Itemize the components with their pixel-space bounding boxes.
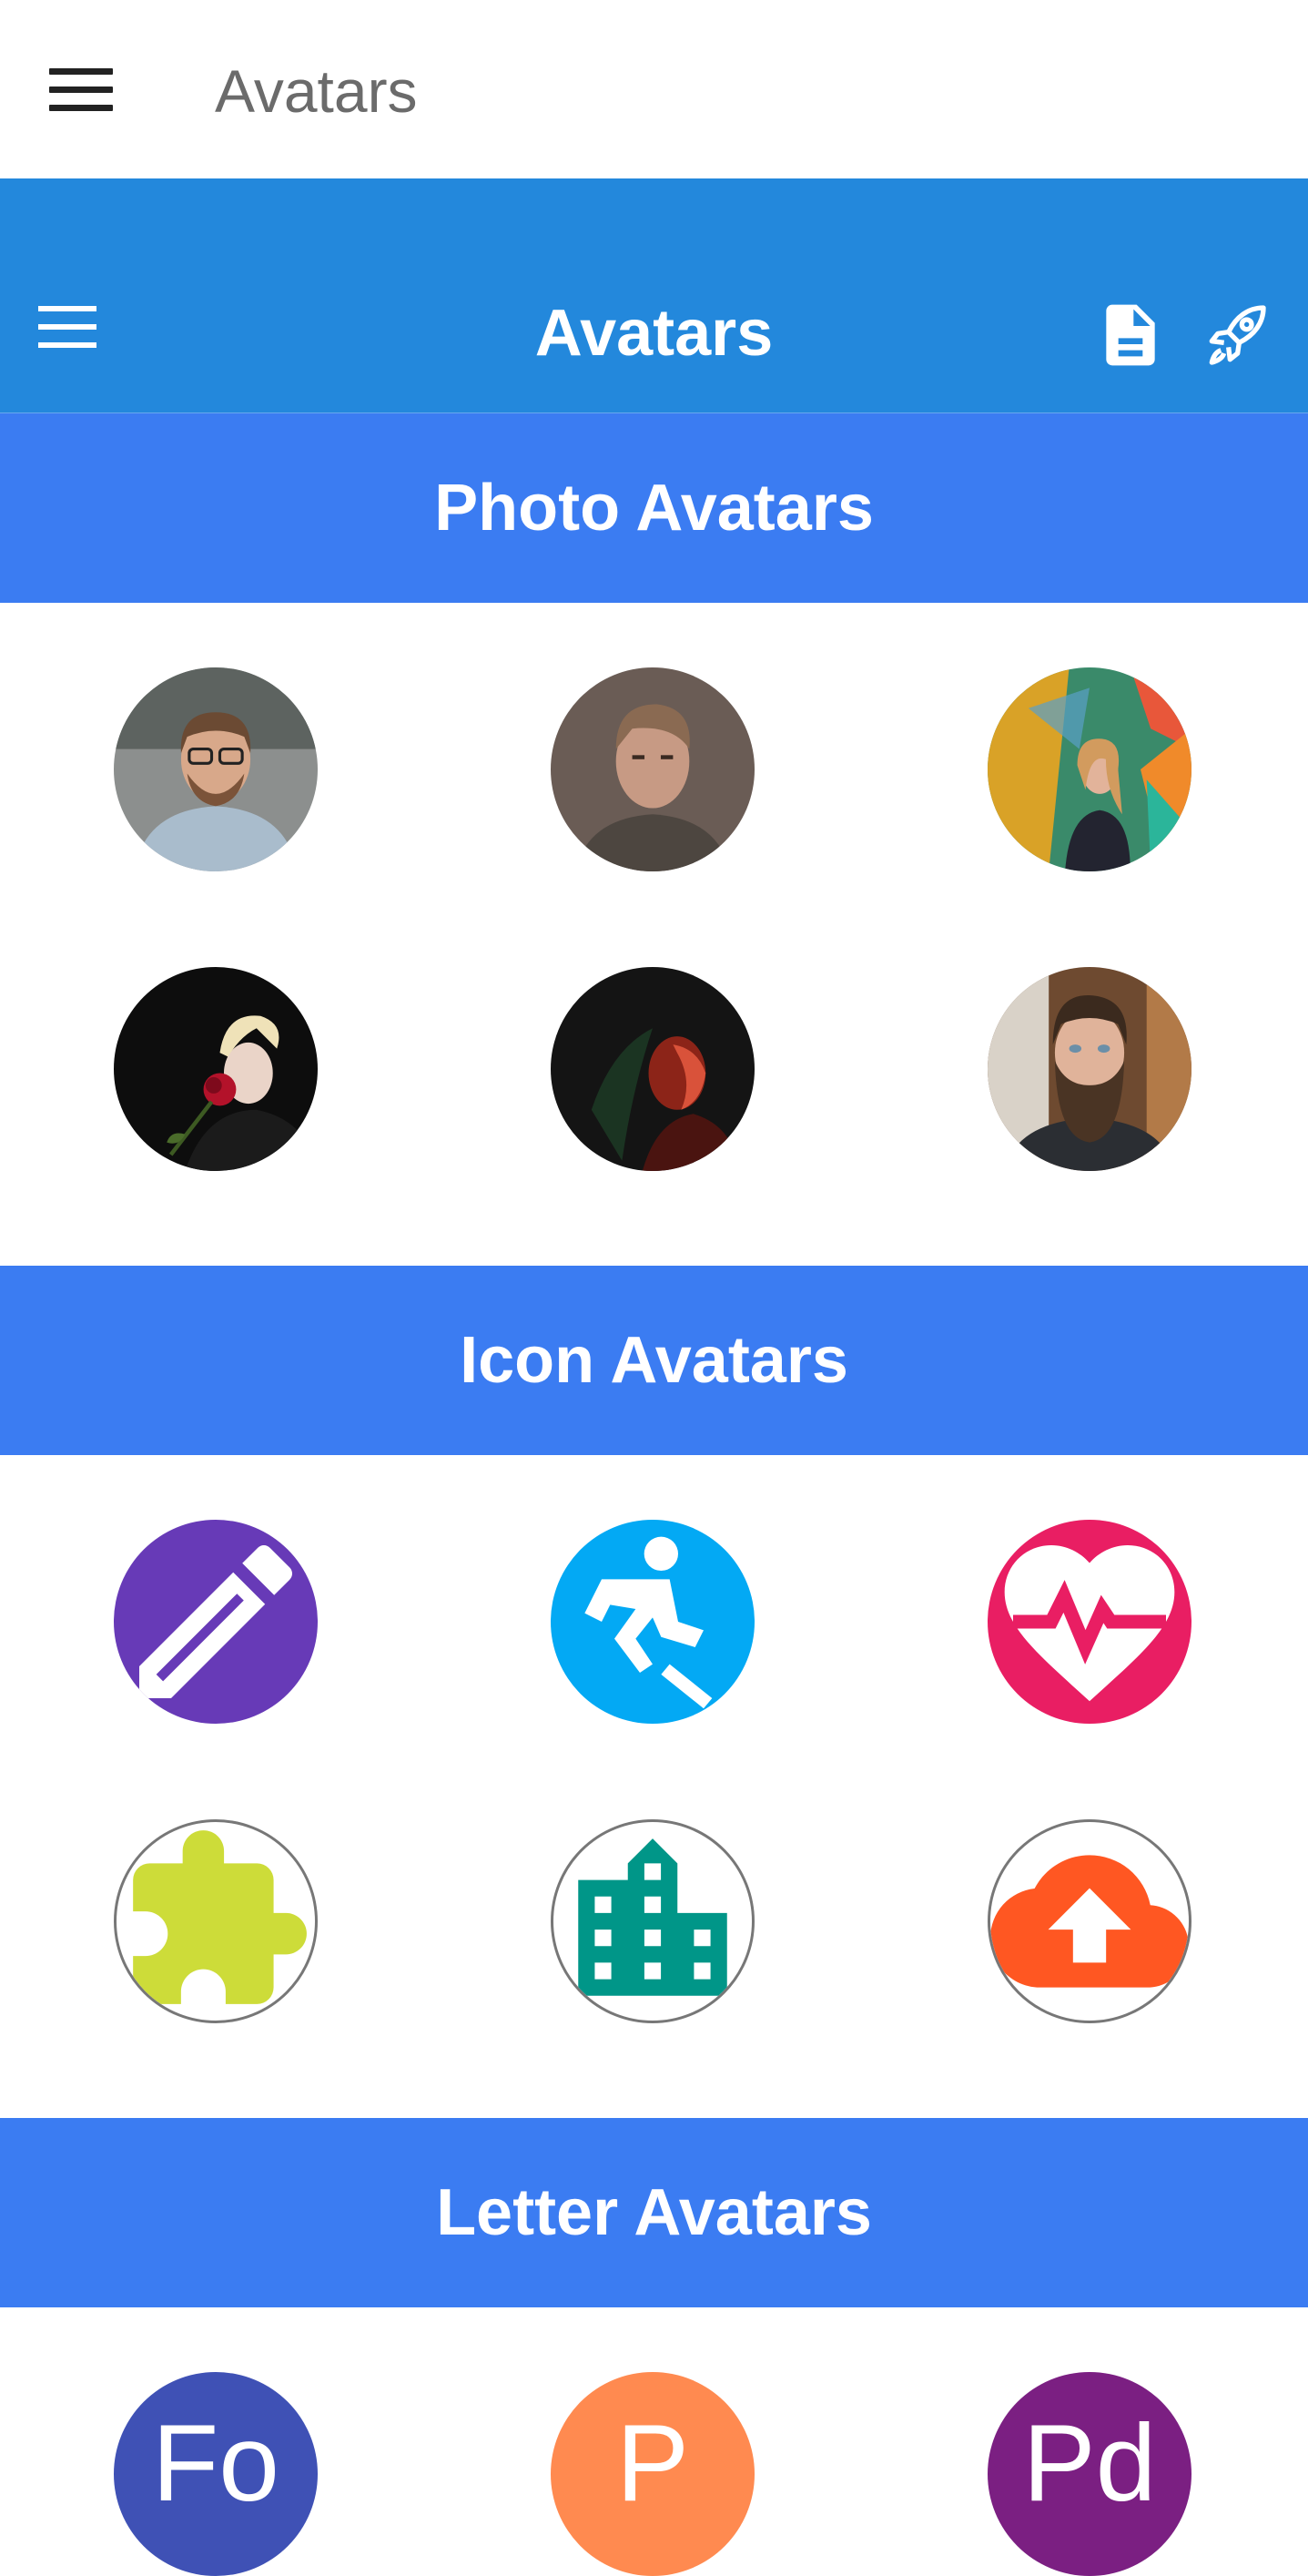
app-bar: Avatars: [0, 178, 1308, 413]
photo-avatar-woman-red-light[interactable]: [551, 967, 755, 1171]
letter-avatar-3[interactable]: Pd: [988, 2372, 1191, 2576]
letter-avatar-text: Pd: [1022, 2402, 1157, 2524]
photo-avatar-woman-rose[interactable]: [114, 967, 318, 1171]
building-icon: [578, 1838, 727, 1996]
icon-avatar-pencil[interactable]: [114, 1520, 318, 1724]
section-photo-avatars: Photo Avatars: [0, 413, 1308, 603]
section-icon-avatars: Icon Avatars: [0, 1266, 1308, 1455]
document-icon[interactable]: [1094, 299, 1167, 372]
cloud-upload-icon: [990, 1855, 1189, 1988]
icon-avatar-building[interactable]: [551, 1819, 755, 2023]
rocket-icon[interactable]: [1200, 299, 1273, 372]
photo-avatar-bearded-man[interactable]: [988, 967, 1191, 1171]
icon-avatar-puzzle[interactable]: [114, 1819, 318, 2023]
icon-avatar-cloud-upload[interactable]: [988, 1819, 1191, 2023]
pencil-icon: [139, 1544, 293, 1698]
letter-avatar-2[interactable]: P: [551, 2372, 755, 2576]
puzzle-icon: [133, 1830, 307, 2004]
letter-avatar-text: Fo: [151, 2402, 280, 2524]
letter-avatar-1[interactable]: Fo: [114, 2372, 318, 2576]
letter-avatar-text: P: [615, 2402, 690, 2524]
top-bar: Avatars: [0, 0, 1308, 178]
heart-pulse-icon: [1004, 1545, 1175, 1702]
icon-avatar-skater[interactable]: [551, 1520, 755, 1724]
section-letter-avatars: Letter Avatars: [0, 2118, 1308, 2307]
skater-icon: [584, 1536, 713, 1709]
top-title: Avatars: [215, 57, 418, 125]
photo-avatar-woman-colorful-wall[interactable]: [988, 667, 1191, 871]
menu-icon[interactable]: [49, 68, 113, 112]
photo-avatar-man-glasses[interactable]: [114, 667, 318, 871]
photo-avatar-man-portrait[interactable]: [551, 667, 755, 871]
icon-avatar-heart-pulse[interactable]: [988, 1520, 1191, 1724]
